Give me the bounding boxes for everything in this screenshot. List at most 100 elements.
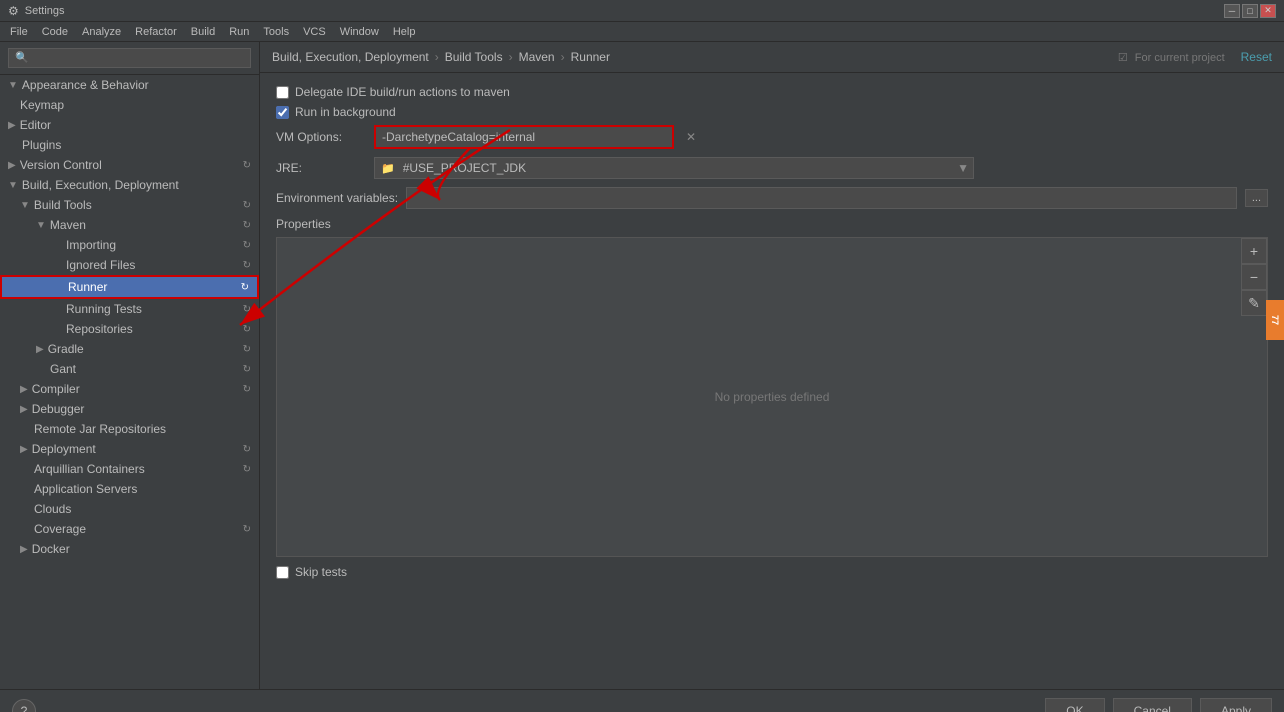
sidebar-item-label: Remote Jar Repositories bbox=[34, 422, 166, 436]
sidebar-item-plugins[interactable]: Plugins bbox=[0, 135, 259, 155]
help-button[interactable]: ? bbox=[12, 699, 36, 712]
maximize-button[interactable]: □ bbox=[1242, 4, 1258, 18]
sidebar-item-label: Ignored Files bbox=[66, 258, 135, 272]
menu-code[interactable]: Code bbox=[36, 24, 74, 40]
sidebar-item-importing[interactable]: Importing ↻ bbox=[0, 235, 259, 255]
minimize-button[interactable]: ─ bbox=[1224, 4, 1240, 18]
sidebar-item-deployment[interactable]: ▶ Deployment ↻ bbox=[0, 439, 259, 459]
run-background-row: Run in background bbox=[276, 105, 1268, 119]
breadcrumb-part-3[interactable]: Maven bbox=[519, 50, 555, 64]
env-vars-input[interactable] bbox=[406, 187, 1237, 209]
window-controls: ─ □ ✕ bbox=[1224, 4, 1276, 18]
delegate-checkbox-row: Delegate IDE build/run actions to maven bbox=[276, 85, 1268, 99]
title-bar: ⚙ Settings ─ □ ✕ bbox=[0, 0, 1284, 22]
menu-analyze[interactable]: Analyze bbox=[76, 24, 127, 40]
content-area: Delegate IDE build/run actions to maven … bbox=[260, 73, 1284, 689]
sidebar-item-arquillian[interactable]: Arquillian Containers ↻ bbox=[0, 459, 259, 479]
breadcrumb: Build, Execution, Deployment › Build Too… bbox=[260, 42, 1284, 73]
vm-options-input[interactable] bbox=[374, 125, 674, 149]
menu-bar: File Code Analyze Refactor Build Run Too… bbox=[0, 22, 1284, 42]
remove-property-button[interactable]: − bbox=[1241, 264, 1267, 290]
vm-options-clear-icon[interactable]: ✕ bbox=[686, 130, 696, 144]
properties-label: Properties bbox=[276, 217, 1268, 231]
expand-arrow: ▼ bbox=[36, 220, 46, 231]
menu-help[interactable]: Help bbox=[387, 24, 422, 40]
sidebar-item-label: Gant bbox=[50, 362, 76, 376]
breadcrumb-part-1[interactable]: Build, Execution, Deployment bbox=[272, 50, 429, 64]
reset-button[interactable]: Reset bbox=[1241, 50, 1272, 64]
sidebar-item-build-execution[interactable]: ▼ Build, Execution, Deployment bbox=[0, 175, 259, 195]
breadcrumb-part-2[interactable]: Build Tools bbox=[445, 50, 503, 64]
sidebar-item-label: Plugins bbox=[22, 138, 61, 152]
sidebar-item-label: Importing bbox=[66, 238, 116, 252]
sidebar-item-docker[interactable]: ▶ Docker bbox=[0, 539, 259, 559]
env-vars-browse-button[interactable]: ... bbox=[1245, 189, 1268, 207]
edit-property-button[interactable]: ✎ bbox=[1241, 290, 1267, 316]
sidebar-item-version-control[interactable]: ▶ Version Control ↻ bbox=[0, 155, 259, 175]
sidebar-item-label: Deployment bbox=[32, 442, 96, 456]
sidebar-item-maven[interactable]: ▼ Maven ↻ bbox=[0, 215, 259, 235]
expand-arrow: ▼ bbox=[8, 80, 18, 91]
sync-icon: ↻ bbox=[243, 344, 251, 355]
sidebar-item-label: Editor bbox=[20, 118, 51, 132]
sidebar-item-gant[interactable]: Gant ↻ bbox=[0, 359, 259, 379]
sidebar-item-running-tests[interactable]: Running Tests ↻ bbox=[0, 299, 259, 319]
sidebar-item-label: Gradle bbox=[48, 342, 84, 356]
jre-dropdown-arrow: ▼ bbox=[957, 161, 969, 175]
sync-icon: ↻ bbox=[243, 304, 251, 315]
sync-icon: ↻ bbox=[243, 524, 251, 535]
skip-tests-label: Skip tests bbox=[295, 565, 347, 579]
menu-run[interactable]: Run bbox=[223, 24, 255, 40]
menu-vcs[interactable]: VCS bbox=[297, 24, 332, 40]
dialog-footer: ? OK Cancel Apply bbox=[0, 689, 1284, 712]
jre-select[interactable]: #USE_PROJECT_JDK bbox=[399, 158, 957, 178]
sidebar-item-label: Build, Execution, Deployment bbox=[22, 178, 179, 192]
sidebar-item-debugger[interactable]: ▶ Debugger bbox=[0, 399, 259, 419]
expand-arrow: ▼ bbox=[8, 180, 18, 191]
sync-icon: ↻ bbox=[243, 160, 251, 171]
sidebar-item-appearance[interactable]: ▼ Appearance & Behavior bbox=[0, 75, 259, 95]
sync-icon: ↻ bbox=[243, 220, 251, 231]
apply-button[interactable]: Apply bbox=[1200, 698, 1272, 712]
close-button[interactable]: ✕ bbox=[1260, 4, 1276, 18]
sidebar-item-editor[interactable]: ▶ Editor bbox=[0, 115, 259, 135]
menu-tools[interactable]: Tools bbox=[257, 24, 295, 40]
breadcrumb-current: Runner bbox=[571, 50, 610, 64]
search-input[interactable] bbox=[8, 48, 251, 68]
sidebar-item-build-tools[interactable]: ▼ Build Tools ↻ bbox=[0, 195, 259, 215]
sidebar-item-keymap[interactable]: Keymap bbox=[0, 95, 259, 115]
ok-button[interactable]: OK bbox=[1045, 698, 1104, 712]
help-icon: ? bbox=[21, 704, 28, 712]
sidebar-item-coverage[interactable]: Coverage ↻ bbox=[0, 519, 259, 539]
breadcrumb-sep-1: › bbox=[435, 50, 439, 64]
expand-arrow: ▶ bbox=[36, 344, 44, 355]
menu-refactor[interactable]: Refactor bbox=[129, 24, 183, 40]
sidebar-item-label: Coverage bbox=[34, 522, 86, 536]
sidebar-item-compiler[interactable]: ▶ Compiler ↻ bbox=[0, 379, 259, 399]
sidebar-item-clouds[interactable]: Clouds bbox=[0, 499, 259, 519]
jre-row: JRE: 📁 #USE_PROJECT_JDK ▼ bbox=[276, 157, 1268, 179]
sidebar-item-app-servers[interactable]: Application Servers bbox=[0, 479, 259, 499]
app-icon: ⚙ bbox=[8, 4, 19, 18]
sidebar-item-remote-jar[interactable]: Remote Jar Repositories bbox=[0, 419, 259, 439]
breadcrumb-right: ☑ For current project Reset bbox=[1118, 50, 1272, 64]
cancel-button[interactable]: Cancel bbox=[1113, 698, 1192, 712]
sidebar-item-ignored-files[interactable]: Ignored Files ↻ bbox=[0, 255, 259, 275]
run-background-checkbox[interactable] bbox=[276, 106, 289, 119]
env-vars-label: Environment variables: bbox=[276, 191, 398, 205]
skip-tests-checkbox[interactable] bbox=[276, 566, 289, 579]
delegate-checkbox[interactable] bbox=[276, 86, 289, 99]
vm-options-row: VM Options: ✕ bbox=[276, 125, 1268, 149]
add-property-button[interactable]: + bbox=[1241, 238, 1267, 264]
sidebar-item-runner[interactable]: Runner ↻ bbox=[0, 275, 259, 299]
env-vars-row: Environment variables: ... bbox=[276, 187, 1268, 209]
sidebar-item-repositories[interactable]: Repositories ↻ bbox=[0, 319, 259, 339]
skip-tests-row: Skip tests bbox=[276, 565, 1268, 579]
menu-window[interactable]: Window bbox=[334, 24, 385, 40]
expand-arrow: ▶ bbox=[8, 120, 16, 131]
search-box bbox=[0, 42, 259, 75]
menu-file[interactable]: File bbox=[4, 24, 34, 40]
menu-build[interactable]: Build bbox=[185, 24, 221, 40]
run-background-label: Run in background bbox=[295, 105, 396, 119]
sidebar-item-gradle[interactable]: ▶ Gradle ↻ bbox=[0, 339, 259, 359]
